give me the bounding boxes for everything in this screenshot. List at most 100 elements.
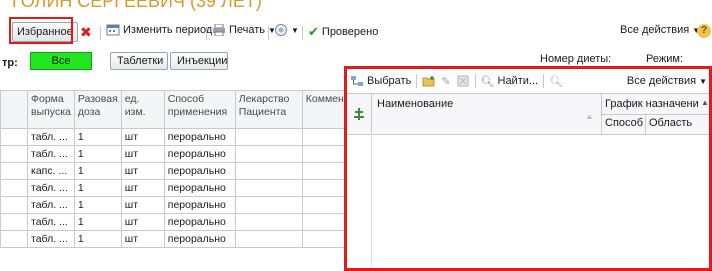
drug-tree-icon	[354, 108, 364, 120]
filter-tablets-button[interactable]: Таблетки	[110, 52, 168, 70]
checked-label: Проверено	[321, 26, 379, 38]
chevron-down-icon: ▼	[291, 25, 299, 35]
status-circle-icon	[275, 24, 287, 36]
page-title: ГОЛИН СЕРГЕЕВИЧ (39 ЛЕТ)	[12, 0, 262, 11]
column-header-area[interactable]: Область	[649, 117, 692, 129]
column-divider	[601, 114, 709, 115]
toolbar-separator	[302, 26, 303, 40]
filter-label: тр:	[2, 57, 18, 69]
form-cell: табл. ...	[27, 213, 75, 231]
table-header-row: Форма выпуска Разовая доза ед. изм. Спос…	[0, 90, 353, 129]
dose-cell: 1	[73, 145, 122, 163]
status-menu-button[interactable]: ▼	[274, 24, 299, 36]
sort-icon: ≡	[587, 113, 592, 122]
panel-all-actions-button[interactable]: Все действия ▼	[627, 75, 707, 87]
column-divider	[645, 114, 646, 134]
mode-label: Режим:	[646, 53, 683, 65]
toolbar-separator	[416, 74, 418, 88]
method-cell: перорально	[163, 179, 236, 197]
table-row[interactable]: табл. ... 1 шт перорально	[0, 179, 353, 197]
form-cell: табл. ...	[27, 196, 75, 214]
cancel-search-icon[interactable]: 🔍︎	[549, 75, 563, 88]
checkmark-icon: ✔	[308, 24, 319, 39]
column-header-schedule[interactable]: График назначени	[605, 98, 699, 110]
magnifier-icon: 🔍︎	[480, 75, 495, 88]
select-label: Выбрать	[367, 75, 412, 87]
filter-injections-button[interactable]: Инъекции	[170, 52, 228, 70]
panel-toolbar: Выбрать ✎ 🔍︎ Найти... 🔍︎ Все действия ▼	[347, 69, 709, 93]
dose-cell: 1	[73, 196, 122, 214]
unit-cell: шт	[120, 128, 165, 146]
column-header-method[interactable]: Способ	[605, 117, 643, 129]
form-cell: табл. ...	[27, 145, 75, 163]
dose-cell: 1	[73, 230, 122, 248]
panel-empty-body	[347, 133, 372, 268]
table-row[interactable]: табл. ... 1 шт перорально	[0, 128, 353, 146]
column-header[interactable]: Разовая доза	[73, 90, 122, 129]
form-cell: табл. ...	[27, 179, 75, 197]
column-header[interactable]: ед. изм.	[120, 90, 165, 129]
column-header[interactable]: Способ применения	[163, 90, 236, 129]
patient-drug-cell	[234, 213, 303, 231]
checked-button[interactable]: ✔ Проверено	[308, 24, 378, 40]
toolbar-separator	[268, 26, 269, 40]
method-cell: перорально	[163, 145, 236, 163]
find-label: Найти...	[497, 75, 539, 87]
unit-cell: шт	[120, 162, 165, 180]
method-cell: перорально	[163, 230, 236, 248]
dose-cell: 1	[73, 128, 122, 146]
method-cell: перорально	[163, 162, 236, 180]
edit-pencil-icon[interactable]: ✎	[441, 75, 450, 88]
method-cell: перорально	[163, 213, 236, 231]
patient-drug-cell	[234, 162, 303, 180]
diet-number-label: Номер диеты:	[540, 53, 612, 65]
dose-cell: 1	[73, 162, 122, 180]
method-cell: перорально	[163, 196, 236, 214]
schedule-panel: Выбрать ✎ 🔍︎ Найти... 🔍︎ Все действия ▼ …	[344, 66, 712, 271]
change-period-label: Изменить период	[123, 24, 213, 36]
patient-drug-cell	[234, 179, 303, 197]
calendar-icon	[106, 24, 120, 36]
table-row[interactable]: табл. ... 1 шт перорально	[0, 230, 353, 248]
toolbar-separator	[206, 26, 207, 40]
column-header-name[interactable]: Наименование	[377, 98, 453, 110]
form-cell: капс. ...	[27, 162, 75, 180]
table-row[interactable]: табл. ... 1 шт перорально	[0, 213, 353, 231]
all-actions-button[interactable]: Все действия ▼	[620, 24, 700, 36]
patient-drug-cell	[234, 230, 303, 248]
find-button[interactable]: 🔍︎ Найти...	[481, 75, 539, 88]
column-header[interactable]: Лекарство Пациента	[234, 90, 303, 129]
toolbar-separator	[543, 74, 545, 88]
scroll-up-icon[interactable]: ▲	[701, 98, 709, 107]
column-header[interactable]: Форма выпуска	[27, 90, 75, 129]
patient-drug-cell	[234, 145, 303, 163]
add-folder-icon[interactable]	[422, 75, 436, 87]
form-cell: табл. ...	[27, 230, 75, 248]
form-cell: табл. ...	[27, 128, 75, 146]
toolbar-separator	[474, 74, 476, 88]
chevron-down-icon: ▼	[699, 76, 707, 86]
dose-cell: 1	[73, 213, 122, 231]
patient-drug-cell	[234, 196, 303, 214]
table-row[interactable]: табл. ... 1 шт перорально	[0, 196, 353, 214]
delete-icon[interactable]	[456, 75, 470, 87]
toolbar-separator	[100, 26, 101, 40]
table-row[interactable]: табл. ... 1 шт перорально	[0, 145, 353, 163]
panel-table-header: Наименование ≡ График назначени ▲ Способ…	[347, 93, 709, 135]
patient-drug-cell	[234, 128, 303, 146]
print-label: Печать	[229, 24, 266, 36]
unit-cell: шт	[120, 145, 165, 163]
delete-button[interactable]: ✖	[80, 24, 92, 41]
filter-all-button[interactable]: Все	[30, 52, 92, 70]
change-period-button[interactable]: Изменить период	[106, 24, 212, 36]
row-marker-header	[347, 94, 372, 134]
unit-cell: шт	[120, 230, 165, 248]
panel-all-actions-label: Все действия	[626, 75, 697, 87]
unit-cell: шт	[120, 179, 165, 197]
print-button[interactable]: Печать ▼	[212, 24, 276, 36]
table-row[interactable]: капс. ... 1 шт перорально	[0, 162, 353, 180]
printer-icon	[213, 24, 225, 36]
unit-cell: шт	[120, 213, 165, 231]
help-icon[interactable]: ?	[697, 24, 711, 38]
select-button[interactable]: Выбрать	[350, 75, 411, 87]
